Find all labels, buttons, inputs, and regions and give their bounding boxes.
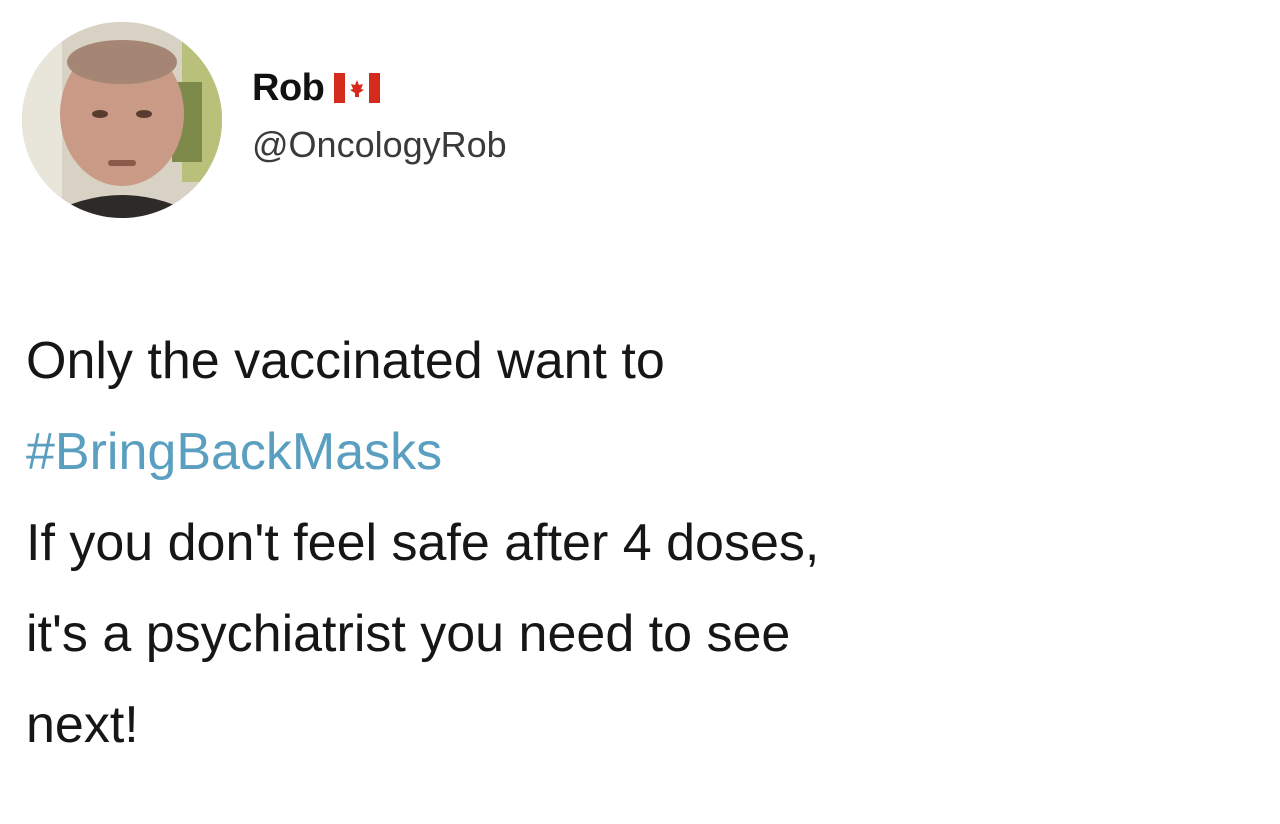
tweet-text: Only the vaccinated want to #BringBackMa…: [26, 316, 1266, 771]
user-info: Rob @OncologyRob: [252, 60, 507, 166]
tweet-line: Only the vaccinated want to: [26, 332, 665, 390]
hashtag-link[interactable]: #BringBackMasks: [26, 407, 1266, 498]
user-handle[interactable]: @OncologyRob: [252, 124, 507, 166]
tweet-line: it's a psychiatrist you need to see: [26, 605, 791, 663]
canada-flag-icon: [334, 73, 381, 103]
avatar[interactable]: [22, 22, 222, 218]
tweet-card: Rob @OncologyRob Only the vaccinated wan…: [0, 0, 1280, 824]
profile-photo-icon: [22, 22, 222, 218]
tweet-line: next!: [26, 696, 139, 754]
display-name[interactable]: Rob: [252, 67, 325, 110]
tweet-line: If you don't feel safe after 4 doses,: [26, 514, 820, 572]
display-name-row: Rob: [252, 60, 507, 116]
